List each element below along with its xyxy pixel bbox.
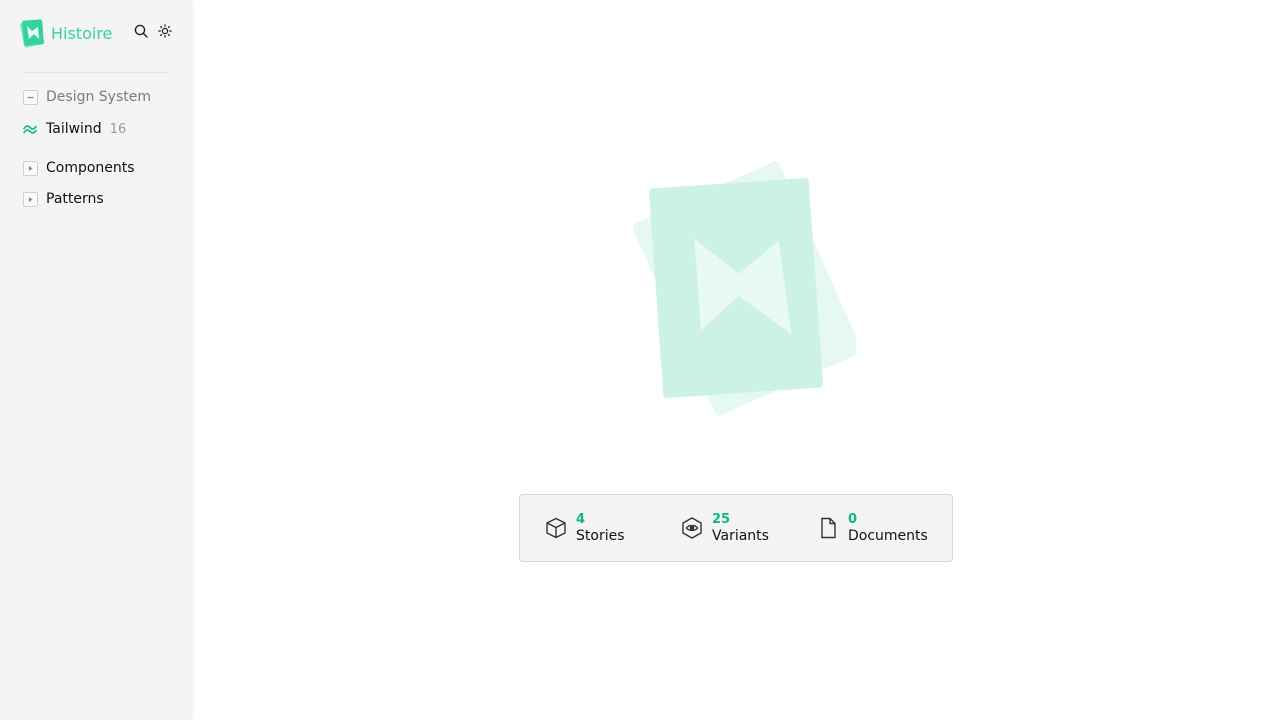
sidebar-item-label: Patterns xyxy=(46,191,104,207)
sidebar-item-label: Design System xyxy=(46,89,151,105)
variants-count: 25 xyxy=(712,512,731,527)
sidebar-header: Histoire xyxy=(20,16,172,50)
sidebar-divider xyxy=(24,72,168,73)
stat-stories[interactable]: 4 Stories xyxy=(544,510,625,546)
app-name: Histoire xyxy=(51,23,113,43)
caret-right-box-icon[interactable] xyxy=(22,191,38,207)
story-count: 16 xyxy=(109,121,127,137)
app-logo[interactable]: Histoire xyxy=(20,18,112,48)
main-panel: 4 Stories 25 Variants 0 Documents xyxy=(192,0,1280,720)
caret-right-box-icon[interactable] xyxy=(22,160,38,176)
documents-count: 0 xyxy=(848,512,858,527)
sidebar-item-patterns[interactable]: Patterns xyxy=(22,188,182,210)
sidebar-item-design-system[interactable]: Design System xyxy=(22,86,182,108)
variants-label: Variants xyxy=(712,528,769,544)
tailwind-icon xyxy=(22,121,38,137)
stats-panel: 4 Stories 25 Variants 0 Documents xyxy=(519,494,953,562)
sidebar-item-label: Tailwind xyxy=(46,121,102,137)
stories-label: Stories xyxy=(576,528,625,544)
search-icon[interactable] xyxy=(134,24,148,38)
stat-variants[interactable]: 25 Variants xyxy=(680,510,769,546)
document-icon xyxy=(816,516,840,540)
header-actions xyxy=(134,16,172,46)
stories-count: 4 xyxy=(576,512,586,527)
sidebar-item-components[interactable]: Components xyxy=(22,157,182,179)
sidebar-item-label: Components xyxy=(46,160,135,176)
histoire-logo-icon xyxy=(20,19,45,48)
sun-icon[interactable] xyxy=(158,24,172,38)
minus-box-icon[interactable] xyxy=(22,89,38,105)
stat-documents[interactable]: 0 Documents xyxy=(816,510,928,546)
cube-icon xyxy=(544,516,568,540)
sidebar: Histoire Design System Tailwind 16 Compo… xyxy=(0,0,192,720)
documents-label: Documents xyxy=(848,528,928,544)
sidebar-item-tailwind[interactable]: Tailwind 16 xyxy=(22,118,182,140)
histoire-hero-illustration xyxy=(616,158,856,418)
hero-logo-icon xyxy=(632,161,856,416)
eye-hexagon-icon xyxy=(680,516,704,540)
